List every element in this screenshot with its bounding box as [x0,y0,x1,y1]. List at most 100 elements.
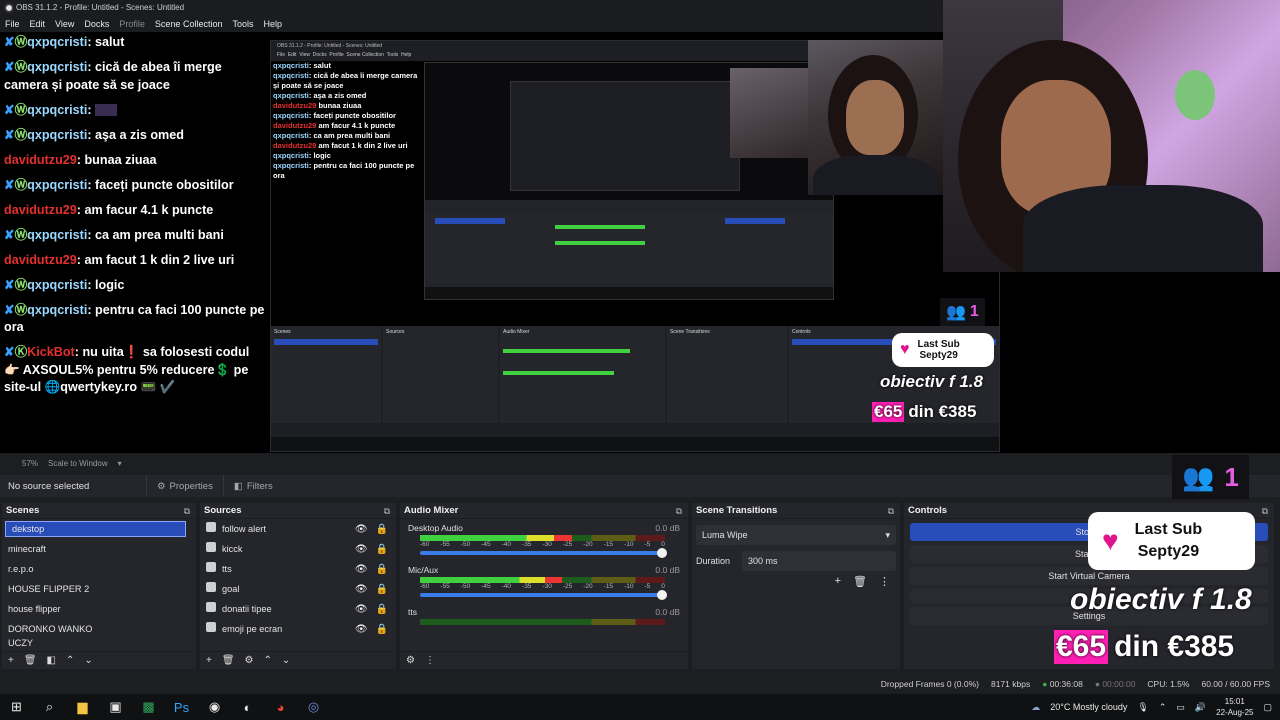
scenes-list: dekstop minecraft r.e.p.o HOUSE FLIPPER … [2,521,196,647]
menu-scene-collection[interactable]: Scene Collection [150,16,228,32]
chat-message: ✘Ⓦqxpqcristi: faceți puncte obositilor [4,177,234,192]
lock-icon[interactable]: 🔒 [376,604,388,615]
channel-db: 0.0 dB [655,607,680,617]
volume-icon[interactable]: 🔊 [1195,702,1206,713]
eye-icon[interactable]: 👁 [355,524,368,535]
move-down-icon[interactable]: ⌄ [282,655,290,666]
scenes-title: Scenes [6,505,40,516]
slider-knob[interactable] [657,590,667,600]
source-item[interactable]: donatii tipee 👁 🔒 [200,599,396,619]
volume-slider[interactable] [420,548,667,558]
menu-file[interactable]: File [0,16,25,32]
source-item[interactable]: follow alert 👁 🔒 [200,519,396,539]
search-icon[interactable]: ⌕ [33,694,66,720]
chat-message: ✘Ⓦqxpqcristi: cică de abea îi merge came… [4,60,222,92]
add-icon[interactable]: + [206,655,212,666]
scene-item[interactable]: house flipper [2,599,196,619]
popout-icon[interactable]: ⧉ [184,503,190,518]
mixer-channel: Mic/Aux 0.0 dB -60 -55 -50 -45 -40 -35 -30 -25-… [400,561,688,600]
gear-icon[interactable]: ⚙ [406,655,415,666]
file-explorer-icon[interactable]: ▆ [66,694,99,720]
lock-icon[interactable]: 🔒 [376,524,388,535]
lock-icon[interactable]: 🔒 [376,564,388,575]
obs-icon[interactable]: ◉ [198,694,231,720]
rec-time: ● 00:00:00 [1094,679,1136,689]
properties-button[interactable]: ⚙ Properties [146,475,223,497]
add-icon[interactable]: + [8,655,14,666]
source-item[interactable]: kicck 👁 🔒 [200,539,396,559]
show-hidden-icon[interactable]: ⌃ [1159,702,1167,713]
meter-scale: -60 -55 -50 -45 -40 -35 -30 -25 -20 -15 -10 -5 0 [420,541,665,548]
webcam-main [943,0,1280,272]
scenes-dock: Scenes ⧉ dekstop minecraft r.e.p.o HOUSE … [2,503,196,669]
chrome-icon[interactable]: ◕ [264,694,297,720]
more-icon[interactable]: ⋮ [879,575,890,588]
scale-mode[interactable]: Scale to Window [48,459,108,468]
app-icon[interactable]: ◐ [231,694,264,720]
source-item[interactable]: goal 👁 🔒 [200,579,396,599]
excel-icon[interactable]: ▩ [132,694,165,720]
move-up-icon[interactable]: ⌃ [66,655,74,666]
trash-icon[interactable]: 🗑 [853,575,867,588]
menu-edit[interactable]: Edit [25,16,51,32]
scene-item[interactable]: DORONKO WANKO [2,619,196,639]
source-item[interactable]: emoji pe ecran 👁 🔒 [200,619,396,639]
controls-title: Controls [908,505,948,516]
windows-start-icon[interactable]: ⊞ [0,694,33,720]
chat-message: ✘Ⓦqxpqcristi: [4,102,266,120]
mic-icon[interactable]: 🎙 [1137,702,1148,713]
trash-icon[interactable]: 🗑 [222,655,235,666]
menu-view[interactable]: View [50,16,79,32]
mixer-toolbar: ⚙ ⋮ [400,651,688,669]
menu-tools[interactable]: Tools [227,16,258,32]
popout-icon[interactable]: ⧉ [1262,503,1268,518]
zoom-level[interactable]: 57% [22,459,38,468]
duration-input[interactable]: 300 ms [742,551,896,571]
move-down-icon[interactable]: ⌄ [84,655,92,666]
eye-icon[interactable]: 👁 [355,584,368,595]
chevron-down-icon[interactable]: ▾ [118,459,122,468]
weather[interactable]: 20°C Mostly cloudy [1050,702,1127,712]
slider-knob[interactable] [657,548,667,558]
lock-icon[interactable]: 🔒 [376,624,388,635]
browser-source-icon [206,622,216,632]
filter-icon[interactable]: ◧ [47,655,56,666]
clock[interactable]: 15:01 22-Aug-25 [1216,696,1253,718]
eye-icon[interactable]: 👁 [355,604,368,615]
discord-icon[interactable]: ◎ [297,694,330,720]
gear-icon[interactable]: ⚙ [245,655,254,666]
network-icon[interactable]: ▭ [1176,702,1185,713]
more-icon[interactable]: ⋮ [425,655,435,666]
trash-icon[interactable]: 🗑 [24,655,37,666]
gear-icon: ⚙ [157,480,166,492]
menu-help[interactable]: Help [258,16,287,32]
menu-profile[interactable]: Profile [114,16,150,32]
chat-message: ✘Ⓦqxpqcristi: salut [4,35,125,49]
popout-icon[interactable]: ⧉ [676,503,682,518]
scene-item[interactable]: UCZY [2,639,196,647]
lock-icon[interactable]: 🔒 [376,544,388,555]
source-item[interactable]: tts 👁 🔒 [200,559,396,579]
move-up-icon[interactable]: ⌃ [264,655,272,666]
eye-icon[interactable]: 👁 [355,624,368,635]
notification-icon[interactable]: ▢ [1263,702,1272,713]
eye-icon[interactable]: 👁 [355,544,368,555]
menu-docks[interactable]: Docks [79,16,114,32]
scene-item[interactable]: dekstop [5,521,186,537]
popout-icon[interactable]: ⧉ [888,503,894,518]
add-icon[interactable]: + [835,575,841,588]
volume-slider[interactable] [420,590,667,600]
store-icon[interactable]: ▣ [99,694,132,720]
eye-icon[interactable]: 👁 [355,564,368,575]
status-bar: Dropped Frames 0 (0.0%) 8171 kbps ● 00:3… [0,674,1280,694]
scene-item[interactable]: minecraft [2,539,196,559]
photoshop-icon[interactable]: Ps [165,694,198,720]
scene-item[interactable]: HOUSE FLIPPER 2 [2,579,196,599]
chat-overlay: ✘Ⓦqxpqcristi: salut ✘Ⓦqxpqcristi: cică d… [4,34,266,414]
lock-icon[interactable]: 🔒 [376,584,388,595]
transition-select[interactable]: Luma Wipe ▾ [696,525,896,545]
popout-icon[interactable]: ⧉ [384,503,390,518]
chat-message: davidutzu29: am facut 1 k din 2 live uri [4,252,235,267]
filters-button[interactable]: ◧ Filters [222,475,283,497]
scene-item[interactable]: r.e.p.o [2,559,196,579]
